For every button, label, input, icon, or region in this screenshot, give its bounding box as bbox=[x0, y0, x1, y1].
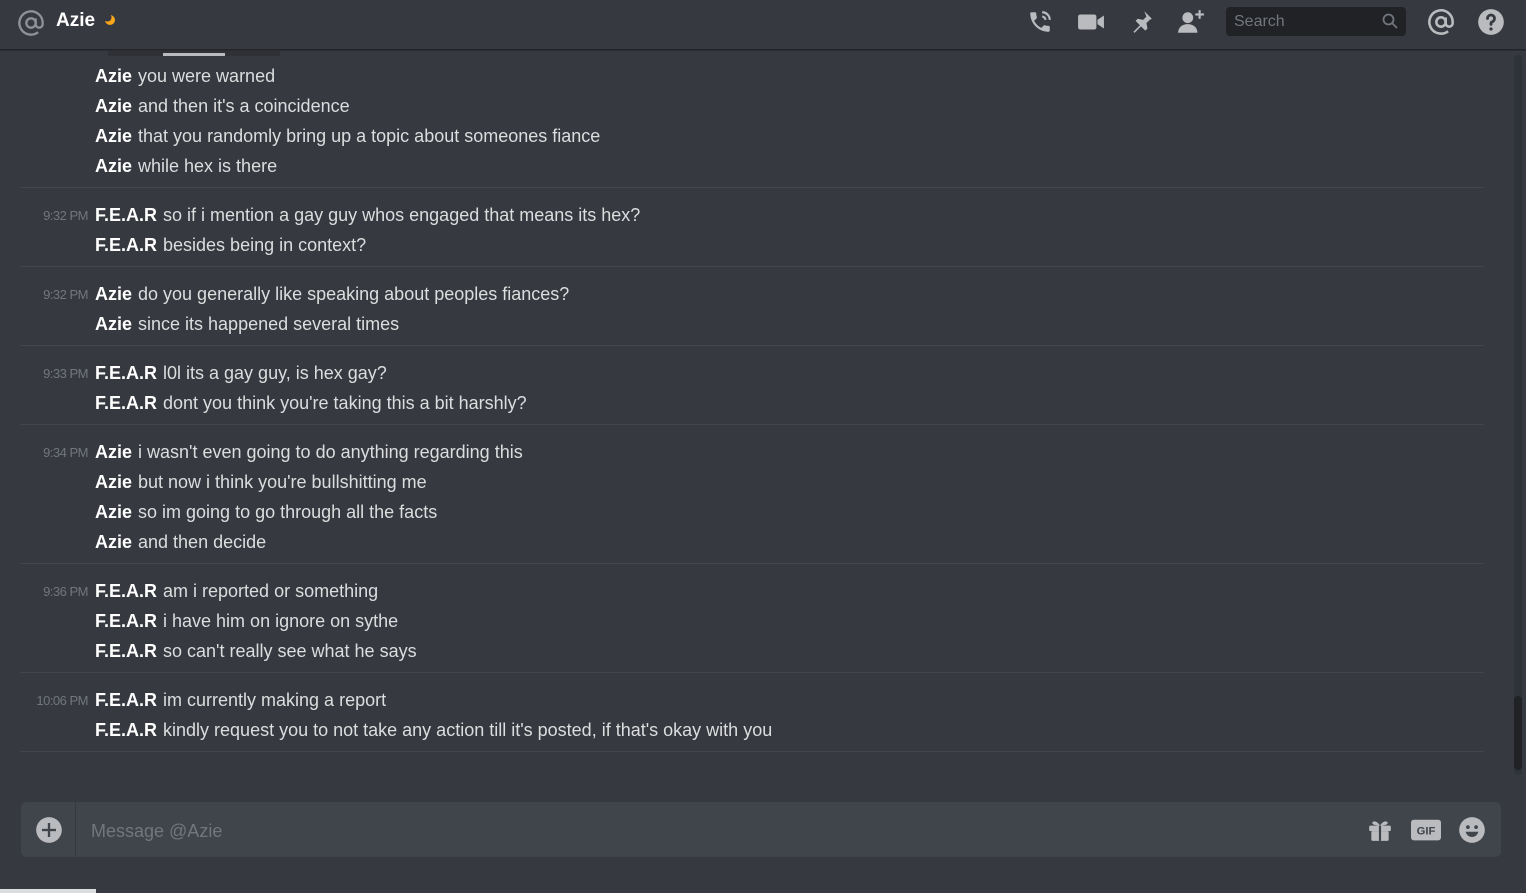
message-author[interactable]: Azie bbox=[95, 156, 132, 176]
tab-hint-active bbox=[163, 53, 225, 56]
message-timestamp: 9:32 PM bbox=[43, 287, 88, 302]
message-line: F.E.A.R kindly request you to not take an… bbox=[20, 715, 1484, 745]
message-text: so if i mention a gay guy whos engaged t… bbox=[163, 205, 641, 225]
message-line: 9:36 PM F.E.A.R am i reported or somethin… bbox=[20, 576, 1484, 606]
gif-icon[interactable]: GIF bbox=[1411, 815, 1441, 845]
message-author[interactable]: F.E.A.R bbox=[95, 393, 157, 413]
message-line: 9:32 PM F.E.A.R so if i mention a gay guy… bbox=[20, 200, 1484, 230]
add-attachment-icon[interactable] bbox=[35, 816, 63, 844]
message-author[interactable]: Azie bbox=[95, 314, 132, 334]
message-text: and then it's a coincidence bbox=[138, 96, 350, 116]
message-group: 9:33 PM F.E.A.R l0l its a gay guy, is hex… bbox=[20, 346, 1484, 425]
message-text: that you randomly bring up a topic about… bbox=[138, 126, 601, 146]
message-text: you were warned bbox=[138, 66, 276, 86]
message-author[interactable]: Azie bbox=[95, 126, 132, 146]
message-line: Azie and then it's a coincidence bbox=[20, 91, 1484, 121]
message-timestamp: 9:36 PM bbox=[43, 584, 88, 599]
moon-status-icon bbox=[103, 13, 117, 27]
message-text: dont you think you're taking this a bit … bbox=[163, 393, 527, 413]
message-group: 9:32 PM F.E.A.R so if i mention a gay guy… bbox=[20, 188, 1484, 267]
message-text: l0l its a gay guy, is hex gay? bbox=[163, 363, 387, 383]
message-text: since its happened several times bbox=[138, 314, 400, 334]
gift-icon[interactable] bbox=[1365, 815, 1395, 845]
message-group: 9:32 PM Azie do you generally like speaki… bbox=[20, 267, 1484, 346]
search-input[interactable] bbox=[1226, 7, 1376, 36]
phone-call-icon[interactable] bbox=[1025, 7, 1055, 37]
message-line: Azie while hex is there bbox=[20, 151, 1484, 181]
emoji-icon[interactable] bbox=[1457, 815, 1487, 845]
message-author[interactable]: Azie bbox=[95, 66, 132, 86]
messages-container: Azie you were warned Azie and then it's a … bbox=[20, 61, 1484, 752]
message-group: Azie you were warned Azie and then it's a … bbox=[20, 61, 1484, 188]
message-text: i wasn't even going to do anything regar… bbox=[138, 442, 523, 462]
message-text: am i reported or something bbox=[163, 581, 379, 601]
help-icon[interactable] bbox=[1476, 7, 1506, 37]
message-text: so can't really see what he says bbox=[163, 641, 417, 661]
message-line: 10:06 PM F.E.A.R im currently making a re… bbox=[20, 685, 1484, 715]
mentions-icon[interactable] bbox=[1426, 7, 1456, 37]
message-text: kindly request you to not take any actio… bbox=[163, 720, 773, 740]
message-timestamp: 9:32 PM bbox=[43, 208, 88, 223]
tab-hint bbox=[108, 51, 280, 56]
message-line: F.E.A.R i have him on ignore on sythe bbox=[20, 606, 1484, 636]
add-friend-icon[interactable] bbox=[1176, 7, 1206, 37]
message-author[interactable]: F.E.A.R bbox=[95, 205, 157, 225]
message-line: Azie so im going to go through all the fa… bbox=[20, 497, 1484, 527]
search-box[interactable] bbox=[1226, 7, 1406, 36]
message-text: and then decide bbox=[138, 532, 267, 552]
message-text: so im going to go through all the facts bbox=[138, 502, 438, 522]
message-author[interactable]: Azie bbox=[95, 96, 132, 116]
message-input[interactable] bbox=[89, 814, 1353, 848]
message-line: F.E.A.R dont you think you're taking this… bbox=[20, 388, 1484, 418]
message-author[interactable]: F.E.A.R bbox=[95, 720, 157, 740]
message-timestamp: 9:34 PM bbox=[43, 445, 88, 460]
footer-strip bbox=[0, 889, 96, 893]
scrollbar-thumb[interactable] bbox=[1514, 696, 1522, 770]
message-line: Azie but now i think you're bullshitting … bbox=[20, 467, 1484, 497]
scrollbar-track[interactable] bbox=[1514, 55, 1522, 775]
dm-recipient-name: Azie bbox=[56, 10, 96, 31]
message-author[interactable]: F.E.A.R bbox=[95, 611, 157, 631]
message-author[interactable]: Azie bbox=[95, 284, 132, 304]
channel-header: Azie bbox=[0, 0, 1526, 50]
message-text: while hex is there bbox=[138, 156, 278, 176]
video-call-icon[interactable] bbox=[1076, 7, 1106, 37]
gif-label: GIF bbox=[1417, 826, 1436, 838]
pin-icon[interactable] bbox=[1126, 7, 1156, 37]
message-author[interactable]: F.E.A.R bbox=[95, 235, 157, 255]
message-list: Azie you were warned Azie and then it's a … bbox=[0, 51, 1526, 784]
message-line: 9:34 PM Azie i wasn't even going to do an… bbox=[20, 437, 1484, 467]
message-composer: GIF bbox=[21, 802, 1501, 857]
message-line: Azie you were warned bbox=[20, 61, 1484, 91]
message-author[interactable]: Azie bbox=[95, 502, 132, 522]
message-author[interactable]: F.E.A.R bbox=[95, 641, 157, 661]
message-line: Azie and then decide bbox=[20, 527, 1484, 557]
composer-divider bbox=[75, 802, 76, 857]
search-icon bbox=[1382, 13, 1398, 29]
message-text: i have him on ignore on sythe bbox=[163, 611, 399, 631]
message-author[interactable]: Azie bbox=[95, 442, 132, 462]
message-text: but now i think you're bullshitting me bbox=[138, 472, 427, 492]
message-timestamp: 9:33 PM bbox=[43, 366, 88, 381]
message-author[interactable]: F.E.A.R bbox=[95, 690, 157, 710]
message-line: Azie since its happened several times bbox=[20, 309, 1484, 339]
message-line: Azie that you randomly bring up a topic a… bbox=[20, 121, 1484, 151]
message-group: 10:06 PM F.E.A.R im currently making a re… bbox=[20, 673, 1484, 752]
at-icon bbox=[17, 9, 45, 37]
message-text: do you generally like speaking about peo… bbox=[138, 284, 570, 304]
message-timestamp: 10:06 PM bbox=[36, 693, 88, 708]
message-text: besides being in context? bbox=[163, 235, 367, 255]
message-line: F.E.A.R besides being in context? bbox=[20, 230, 1484, 260]
message-group: 9:34 PM Azie i wasn't even going to do an… bbox=[20, 425, 1484, 564]
message-author[interactable]: F.E.A.R bbox=[95, 581, 157, 601]
message-author[interactable]: F.E.A.R bbox=[95, 363, 157, 383]
message-line: 9:32 PM Azie do you generally like speaki… bbox=[20, 279, 1484, 309]
message-line: 9:33 PM F.E.A.R l0l its a gay guy, is hex… bbox=[20, 358, 1484, 388]
message-author[interactable]: Azie bbox=[95, 532, 132, 552]
message-author[interactable]: Azie bbox=[95, 472, 132, 492]
message-group: 9:36 PM F.E.A.R am i reported or somethin… bbox=[20, 564, 1484, 673]
message-text: im currently making a report bbox=[163, 690, 387, 710]
message-line: F.E.A.R so can't really see what he says bbox=[20, 636, 1484, 666]
